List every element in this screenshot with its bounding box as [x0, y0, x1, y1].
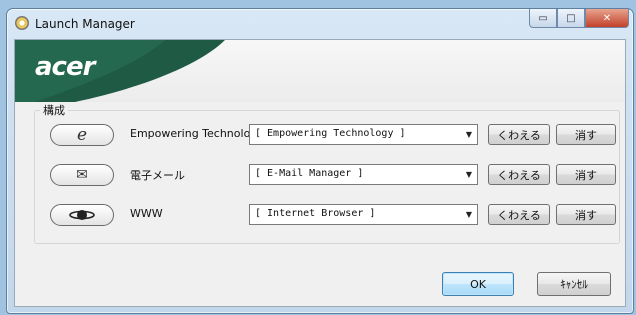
- cancel-button[interactable]: ｷｬﾝｾﾙ: [537, 272, 611, 296]
- add-button[interactable]: くわえる: [488, 204, 550, 225]
- chevron-down-icon: ▼: [465, 130, 473, 139]
- minimize-button[interactable]: ▭: [529, 9, 557, 28]
- title-bar[interactable]: Launch Manager ▭ □ ✕: [7, 9, 633, 39]
- app-select[interactable]: [ Internet Browser ] ▼: [249, 204, 478, 225]
- launch-row: WWW [ Internet Browser ] ▼ くわえる 消す: [35, 203, 619, 227]
- e-icon: e: [76, 124, 88, 145]
- chevron-down-icon: ▼: [465, 210, 473, 219]
- browser-icon: [69, 210, 95, 220]
- banner-shape: [15, 40, 225, 102]
- mail-icon: ✉: [76, 167, 88, 183]
- row-label: 電子メール: [130, 169, 185, 182]
- delete-button[interactable]: 消す: [556, 124, 616, 145]
- app-select[interactable]: [ Empowering Technology ] ▼: [249, 124, 478, 145]
- ok-button[interactable]: OK: [442, 272, 514, 296]
- window-title: Launch Manager: [35, 17, 135, 31]
- maximize-icon: □: [566, 12, 576, 24]
- launch-key-button[interactable]: ✉: [50, 164, 114, 186]
- acer-logo: acer: [35, 52, 95, 82]
- add-button[interactable]: くわえる: [488, 124, 550, 145]
- delete-button[interactable]: 消す: [556, 164, 616, 185]
- delete-button[interactable]: 消す: [556, 204, 616, 225]
- row-label: Empowering Technology: [130, 127, 264, 140]
- caption-buttons: ▭ □ ✕: [529, 9, 629, 28]
- maximize-button[interactable]: □: [557, 9, 585, 28]
- acer-banner: acer: [15, 40, 625, 102]
- config-group: e Empowering Technology [ Empowering Tec…: [34, 110, 620, 244]
- app-icon: [15, 16, 29, 30]
- group-label: 構成: [40, 102, 68, 118]
- launch-row: e Empowering Technology [ Empowering Tec…: [35, 123, 619, 147]
- app-select[interactable]: [ E-Mail Manager ] ▼: [249, 164, 478, 185]
- minimize-icon: ▭: [538, 12, 548, 24]
- dialog-client-area: acer e Empowering Technology [ Empowerin…: [14, 39, 626, 307]
- row-label: WWW: [130, 207, 163, 220]
- app-select-value: [ Internet Browser ]: [255, 208, 376, 219]
- add-button[interactable]: くわえる: [488, 164, 550, 185]
- close-icon: ✕: [602, 12, 612, 24]
- launch-manager-window: Launch Manager ▭ □ ✕ acer e Empowering T…: [6, 8, 634, 314]
- launch-key-button[interactable]: [50, 204, 114, 226]
- launch-row: ✉ 電子メール [ E-Mail Manager ] ▼ くわえる 消す: [35, 163, 619, 187]
- close-button[interactable]: ✕: [585, 9, 629, 28]
- app-select-value: [ E-Mail Manager ]: [255, 168, 364, 179]
- launch-key-button[interactable]: e: [50, 124, 114, 146]
- app-select-value: [ Empowering Technology ]: [255, 128, 406, 139]
- chevron-down-icon: ▼: [465, 170, 473, 179]
